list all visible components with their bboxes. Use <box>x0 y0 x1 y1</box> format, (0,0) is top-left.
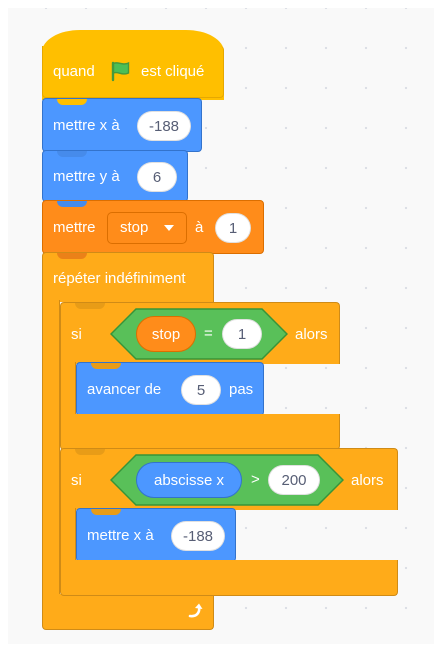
if-2-label: si <box>71 472 82 489</box>
block-notch <box>75 303 105 309</box>
equals-operator-symbol: = <box>204 325 213 342</box>
loop-arrow-icon <box>187 602 205 620</box>
variable-dropdown[interactable]: stop <box>107 212 187 244</box>
set-y-block[interactable]: mettre y à 6 <box>42 150 188 202</box>
variable-reporter-stop[interactable]: stop <box>136 316 196 352</box>
forever-block[interactable]: répéter indéfiniment <box>42 252 214 302</box>
forever-footer[interactable] <box>42 594 214 630</box>
set-x-block-inner[interactable]: mettre x à -188 <box>76 508 236 562</box>
block-notch <box>91 509 121 515</box>
set-y-value-input[interactable]: 6 <box>137 162 177 192</box>
block-notch <box>57 151 87 157</box>
if-2-then-label: alors <box>351 472 384 489</box>
set-y-label: mettre y à <box>53 168 120 185</box>
if-1-label: si <box>71 326 82 343</box>
greater-than-operand-input[interactable]: 200 <box>268 465 320 495</box>
if-1-then-label: alors <box>295 326 328 343</box>
block-notch <box>91 363 121 369</box>
set-variable-block[interactable]: mettre stop à 1 <box>42 200 264 254</box>
move-label: avancer de <box>87 381 162 398</box>
set-variable-label: mettre <box>53 219 96 236</box>
if-2-footer[interactable] <box>60 560 398 596</box>
forever-label: répéter indéfiniment <box>53 270 186 287</box>
equals-operator-block[interactable]: stop = 1 <box>110 308 288 360</box>
set-x-value-input[interactable]: -188 <box>137 111 191 141</box>
when-flag-clicked-block[interactable]: quand est cliqué <box>42 46 224 98</box>
set-variable-conj: à <box>195 219 204 236</box>
move-steps-block[interactable]: avancer de 5 pas <box>76 362 264 416</box>
chevron-down-icon <box>164 225 174 231</box>
block-notch <box>57 99 87 105</box>
x-position-reporter[interactable]: abscisse x <box>136 462 242 498</box>
equals-operand-input[interactable]: 1 <box>222 319 262 349</box>
block-notch <box>57 253 87 259</box>
move-steps-input[interactable]: 5 <box>181 375 221 405</box>
block-notch <box>75 449 105 455</box>
if-2-arm <box>60 508 76 562</box>
hat-prefix-label: quand <box>53 63 95 80</box>
forever-arm <box>42 300 60 596</box>
block-notch <box>57 201 87 207</box>
set-variable-value-input[interactable]: 1 <box>215 213 251 243</box>
move-suffix-label: pas <box>229 381 254 398</box>
set-x-inner-value-input[interactable]: -188 <box>171 521 225 551</box>
set-x-block[interactable]: mettre x à -188 <box>42 98 202 152</box>
greater-than-operator-block[interactable]: abscisse x > 200 <box>110 454 344 506</box>
variable-dropdown-value: stop <box>120 219 149 236</box>
set-x-label: mettre x à <box>53 117 120 134</box>
if-1-arm <box>60 362 76 416</box>
green-flag-icon <box>109 60 131 82</box>
greater-than-symbol: > <box>251 471 260 488</box>
hat-suffix-label: est cliqué <box>141 63 205 80</box>
set-x-inner-label: mettre x à <box>87 527 154 544</box>
if-1-footer[interactable] <box>60 414 340 450</box>
